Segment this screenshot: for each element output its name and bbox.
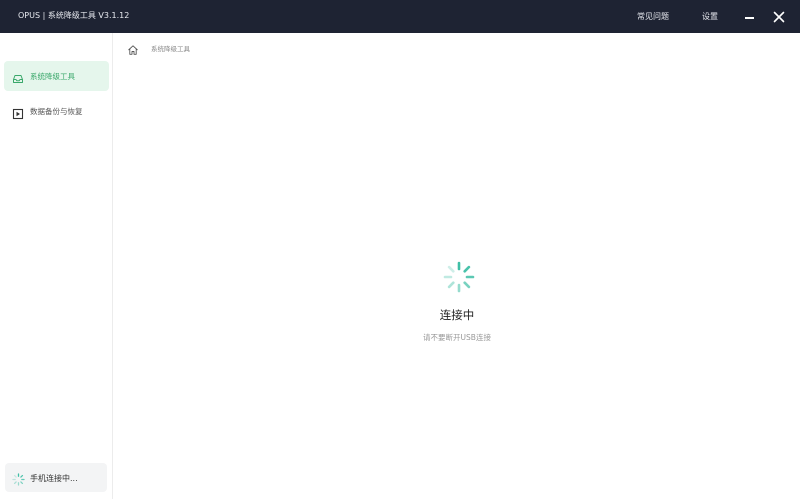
spinner-icon xyxy=(12,471,25,486)
minimize-icon[interactable] xyxy=(744,11,756,23)
app-title: OPUS | 系统降级工具 V3.1.12 xyxy=(18,11,130,20)
phone-connection-status: 手机连接中... xyxy=(5,463,107,492)
title-bar: OPUS | 系统降级工具 V3.1.12 常见问题 设置 xyxy=(0,0,800,33)
sidebar: 系统降级工具 数据备份与恢复 手机连接中... xyxy=(0,33,113,499)
faq-link[interactable]: 常见问题 xyxy=(637,11,669,22)
sidebar-item-label: 系统降级工具 xyxy=(30,72,75,81)
connection-subtitle: 请不要断开USB连接 xyxy=(423,333,491,342)
inbox-icon xyxy=(12,70,24,83)
home-icon[interactable] xyxy=(127,41,139,55)
connection-title: 连接中 xyxy=(439,308,475,322)
phone-connection-label: 手机连接中... xyxy=(30,474,78,483)
main-content: 系统降级工具 连接中 请不要断开USB连接 xyxy=(114,33,800,499)
sidebar-item-label: 数据备份与恢复 xyxy=(30,107,83,116)
close-icon[interactable] xyxy=(773,11,785,23)
settings-link[interactable]: 设置 xyxy=(702,11,718,22)
loading-spinner-icon xyxy=(442,260,476,294)
breadcrumb-current[interactable]: 系统降级工具 xyxy=(151,43,190,53)
sidebar-item-system-downgrade[interactable]: 系统降级工具 xyxy=(4,61,109,91)
backup-box-icon xyxy=(12,105,24,120)
sidebar-item-data-backup[interactable]: 数据备份与恢复 xyxy=(4,96,109,126)
